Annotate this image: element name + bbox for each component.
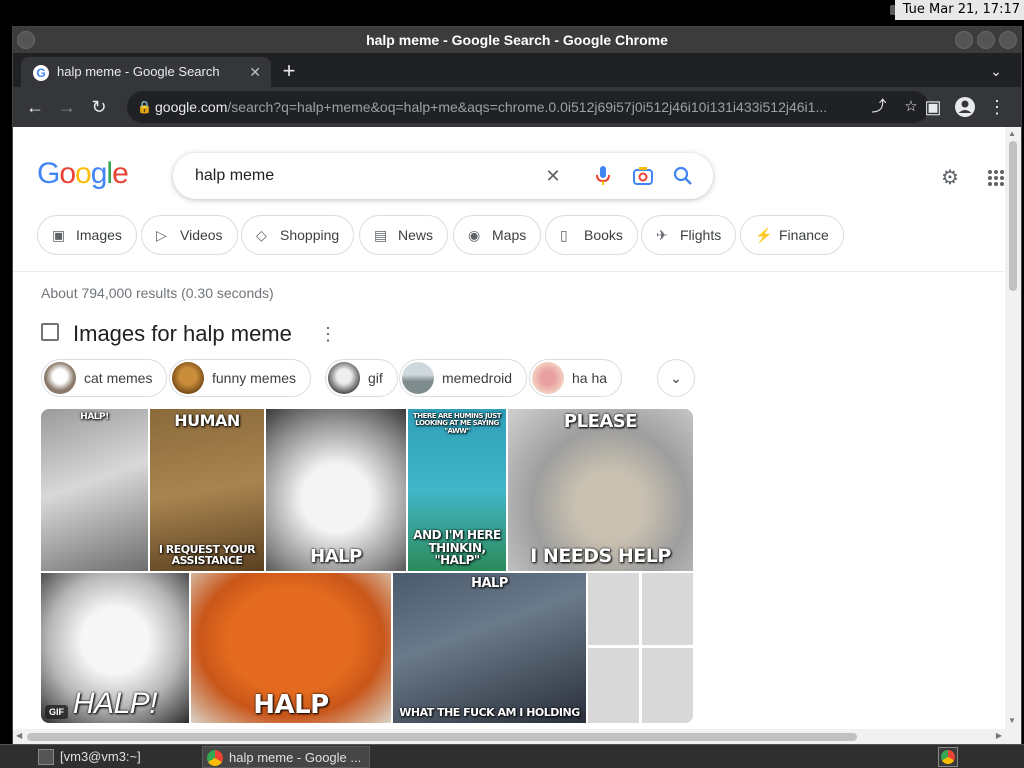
related-chip-cat-memes[interactable]: cat memes — [41, 359, 168, 397]
scroll-thumb[interactable] — [1009, 141, 1017, 291]
chip-videos[interactable]: ▷ Videos — [141, 215, 238, 255]
image-result[interactable]: HALP — [266, 409, 406, 571]
side-panel-button[interactable]: ▣ — [919, 93, 947, 121]
chip-flights[interactable]: ✈ Flights — [641, 215, 737, 255]
taskbar: [vm3@vm3:~] halp meme - Google ... — [0, 744, 1024, 768]
chip-books[interactable]: ▯ Books — [545, 215, 638, 255]
search-box[interactable]: halp meme ✕ — [173, 153, 713, 199]
book-icon: ▯ — [560, 227, 568, 243]
page-content: Google halp meme ✕ ⚙ ▣ Images ▷ Videos ◇ Sh… — [13, 127, 1021, 745]
tab-search-button[interactable]: ⌄ — [985, 57, 1007, 85]
chip-images[interactable]: ▣ Images — [37, 215, 137, 255]
close-window-button[interactable] — [999, 31, 1017, 49]
back-button[interactable]: ← — [21, 93, 49, 121]
expand-related-icon[interactable]: ⌄ — [657, 359, 695, 397]
search-submit-icon[interactable] — [669, 162, 697, 190]
finance-chart-icon: ⚡ — [755, 227, 773, 243]
settings-gear-icon[interactable]: ⚙ — [937, 165, 963, 191]
news-icon: ▤ — [374, 227, 388, 243]
images-icon: ▣ — [52, 227, 66, 243]
chrome-window: halp meme - Google Search - Google Chrom… — [12, 26, 1022, 746]
tab-google-search[interactable]: G halp meme - Google Search ✕ — [21, 57, 271, 87]
videos-icon: ▷ — [156, 227, 167, 243]
voice-search-icon[interactable] — [589, 162, 617, 190]
related-chip-ha-ha[interactable]: ha ha — [529, 359, 623, 397]
image-result[interactable]: HALP! GIF — [41, 573, 189, 723]
chip-thumbnail — [172, 362, 204, 394]
terminal-icon — [38, 749, 54, 765]
horizontal-scrollbar[interactable]: ◀ ▶ — [13, 729, 1005, 745]
browser-toolbar: ← → ↻ 🔒 google.com/search?q=halp+meme&oq… — [13, 87, 1021, 127]
tab-close-icon[interactable]: ✕ — [249, 57, 261, 87]
url-text[interactable]: google.com/search?q=halp+meme&oq=halp+me… — [155, 91, 859, 123]
reload-button[interactable]: ↻ — [85, 93, 113, 121]
related-chip-funny-memes[interactable]: funny memes — [169, 359, 312, 397]
tab-strip: G halp meme - Google Search ✕ + ⌄ — [13, 53, 1021, 87]
image-result[interactable]: THERE ARE HUMINS JUST LOOKING AT ME SAYI… — [408, 409, 506, 571]
scroll-up-icon[interactable]: ▲ — [1008, 129, 1016, 138]
share-icon[interactable]: ⤴ — [865, 93, 893, 121]
image-result[interactable] — [588, 573, 693, 723]
address-bar[interactable]: 🔒 google.com/search?q=halp+meme&oq=halp+… — [127, 91, 929, 123]
chrome-icon — [207, 750, 223, 766]
maximize-button[interactable] — [977, 31, 995, 49]
tab-title: halp meme - Google Search — [57, 64, 220, 79]
forward-button[interactable]: → — [53, 93, 81, 121]
related-chip-gif[interactable]: gif — [325, 359, 398, 397]
minimize-button[interactable] — [955, 31, 973, 49]
clear-search-icon[interactable]: ✕ — [539, 162, 567, 190]
scroll-left-icon[interactable]: ◀ — [16, 731, 22, 740]
system-clock[interactable]: Tue Mar 21, 17:17 — [894, 0, 1024, 20]
chrome-menu-button[interactable]: ⋮ — [983, 93, 1011, 121]
scroll-down-icon[interactable]: ▼ — [1008, 716, 1016, 725]
map-pin-icon: ◉ — [468, 227, 481, 243]
scroll-right-icon[interactable]: ▶ — [996, 731, 1002, 740]
chip-shopping[interactable]: ◇ Shopping — [241, 215, 355, 255]
taskbar-item-chrome[interactable]: halp meme - Google ... — [202, 746, 370, 768]
more-options-icon[interactable]: ⋮ — [319, 319, 337, 349]
tray-chrome-icon[interactable] — [938, 747, 958, 767]
airplane-icon: ✈ — [656, 227, 668, 243]
image-result[interactable]: HALP — [191, 573, 391, 723]
chip-maps[interactable]: ◉ Maps — [453, 215, 542, 255]
gif-badge: GIF — [45, 705, 68, 719]
image-results-grid: HALP! HUMAN I REQUEST YOUR ASSISTANCE HA… — [41, 409, 693, 723]
lock-icon[interactable]: 🔒 — [137, 91, 152, 123]
image-result[interactable]: HALP! — [41, 409, 148, 571]
window-titlebar[interactable]: halp meme - Google Search - Google Chrom… — [13, 27, 1021, 53]
chip-thumbnail — [402, 362, 434, 394]
window-title: halp meme - Google Search - Google Chrom… — [366, 32, 668, 48]
result-stats: About 794,000 results (0.30 seconds) — [41, 285, 274, 301]
image-result[interactable]: HUMAN I REQUEST YOUR ASSISTANCE — [150, 409, 264, 571]
chip-thumbnail — [532, 362, 564, 394]
google-favicon-icon: G — [33, 65, 49, 81]
image-icon — [41, 323, 59, 341]
new-tab-button[interactable]: + — [275, 57, 303, 85]
profile-avatar[interactable] — [951, 93, 979, 121]
images-section-title[interactable]: Images for halp meme — [73, 319, 292, 349]
chip-thumbnail — [328, 362, 360, 394]
image-result[interactable]: HALP WHAT THE FUCK AM I HOLDING — [393, 573, 586, 723]
chip-finance[interactable]: ⚡ Finance — [740, 215, 844, 255]
header-divider — [13, 271, 1005, 272]
related-chip-memedroid[interactable]: memedroid — [399, 359, 528, 397]
search-input[interactable]: halp meme — [195, 153, 274, 199]
vertical-scrollbar[interactable]: ▲ ▼ — [1005, 127, 1021, 745]
shopping-tag-icon: ◇ — [256, 227, 267, 243]
chip-thumbnail — [44, 362, 76, 394]
google-logo[interactable]: Google — [37, 157, 129, 191]
chip-news[interactable]: ▤ News — [359, 215, 449, 255]
lens-search-icon[interactable] — [629, 162, 657, 190]
scroll-thumb[interactable] — [27, 733, 857, 741]
taskbar-item-terminal[interactable]: [vm3@vm3:~] — [34, 746, 200, 768]
image-result[interactable]: PLEASE I NEEDS HELP — [508, 409, 693, 571]
system-top-bar: Tue Mar 21, 17:17 — [0, 0, 1024, 20]
